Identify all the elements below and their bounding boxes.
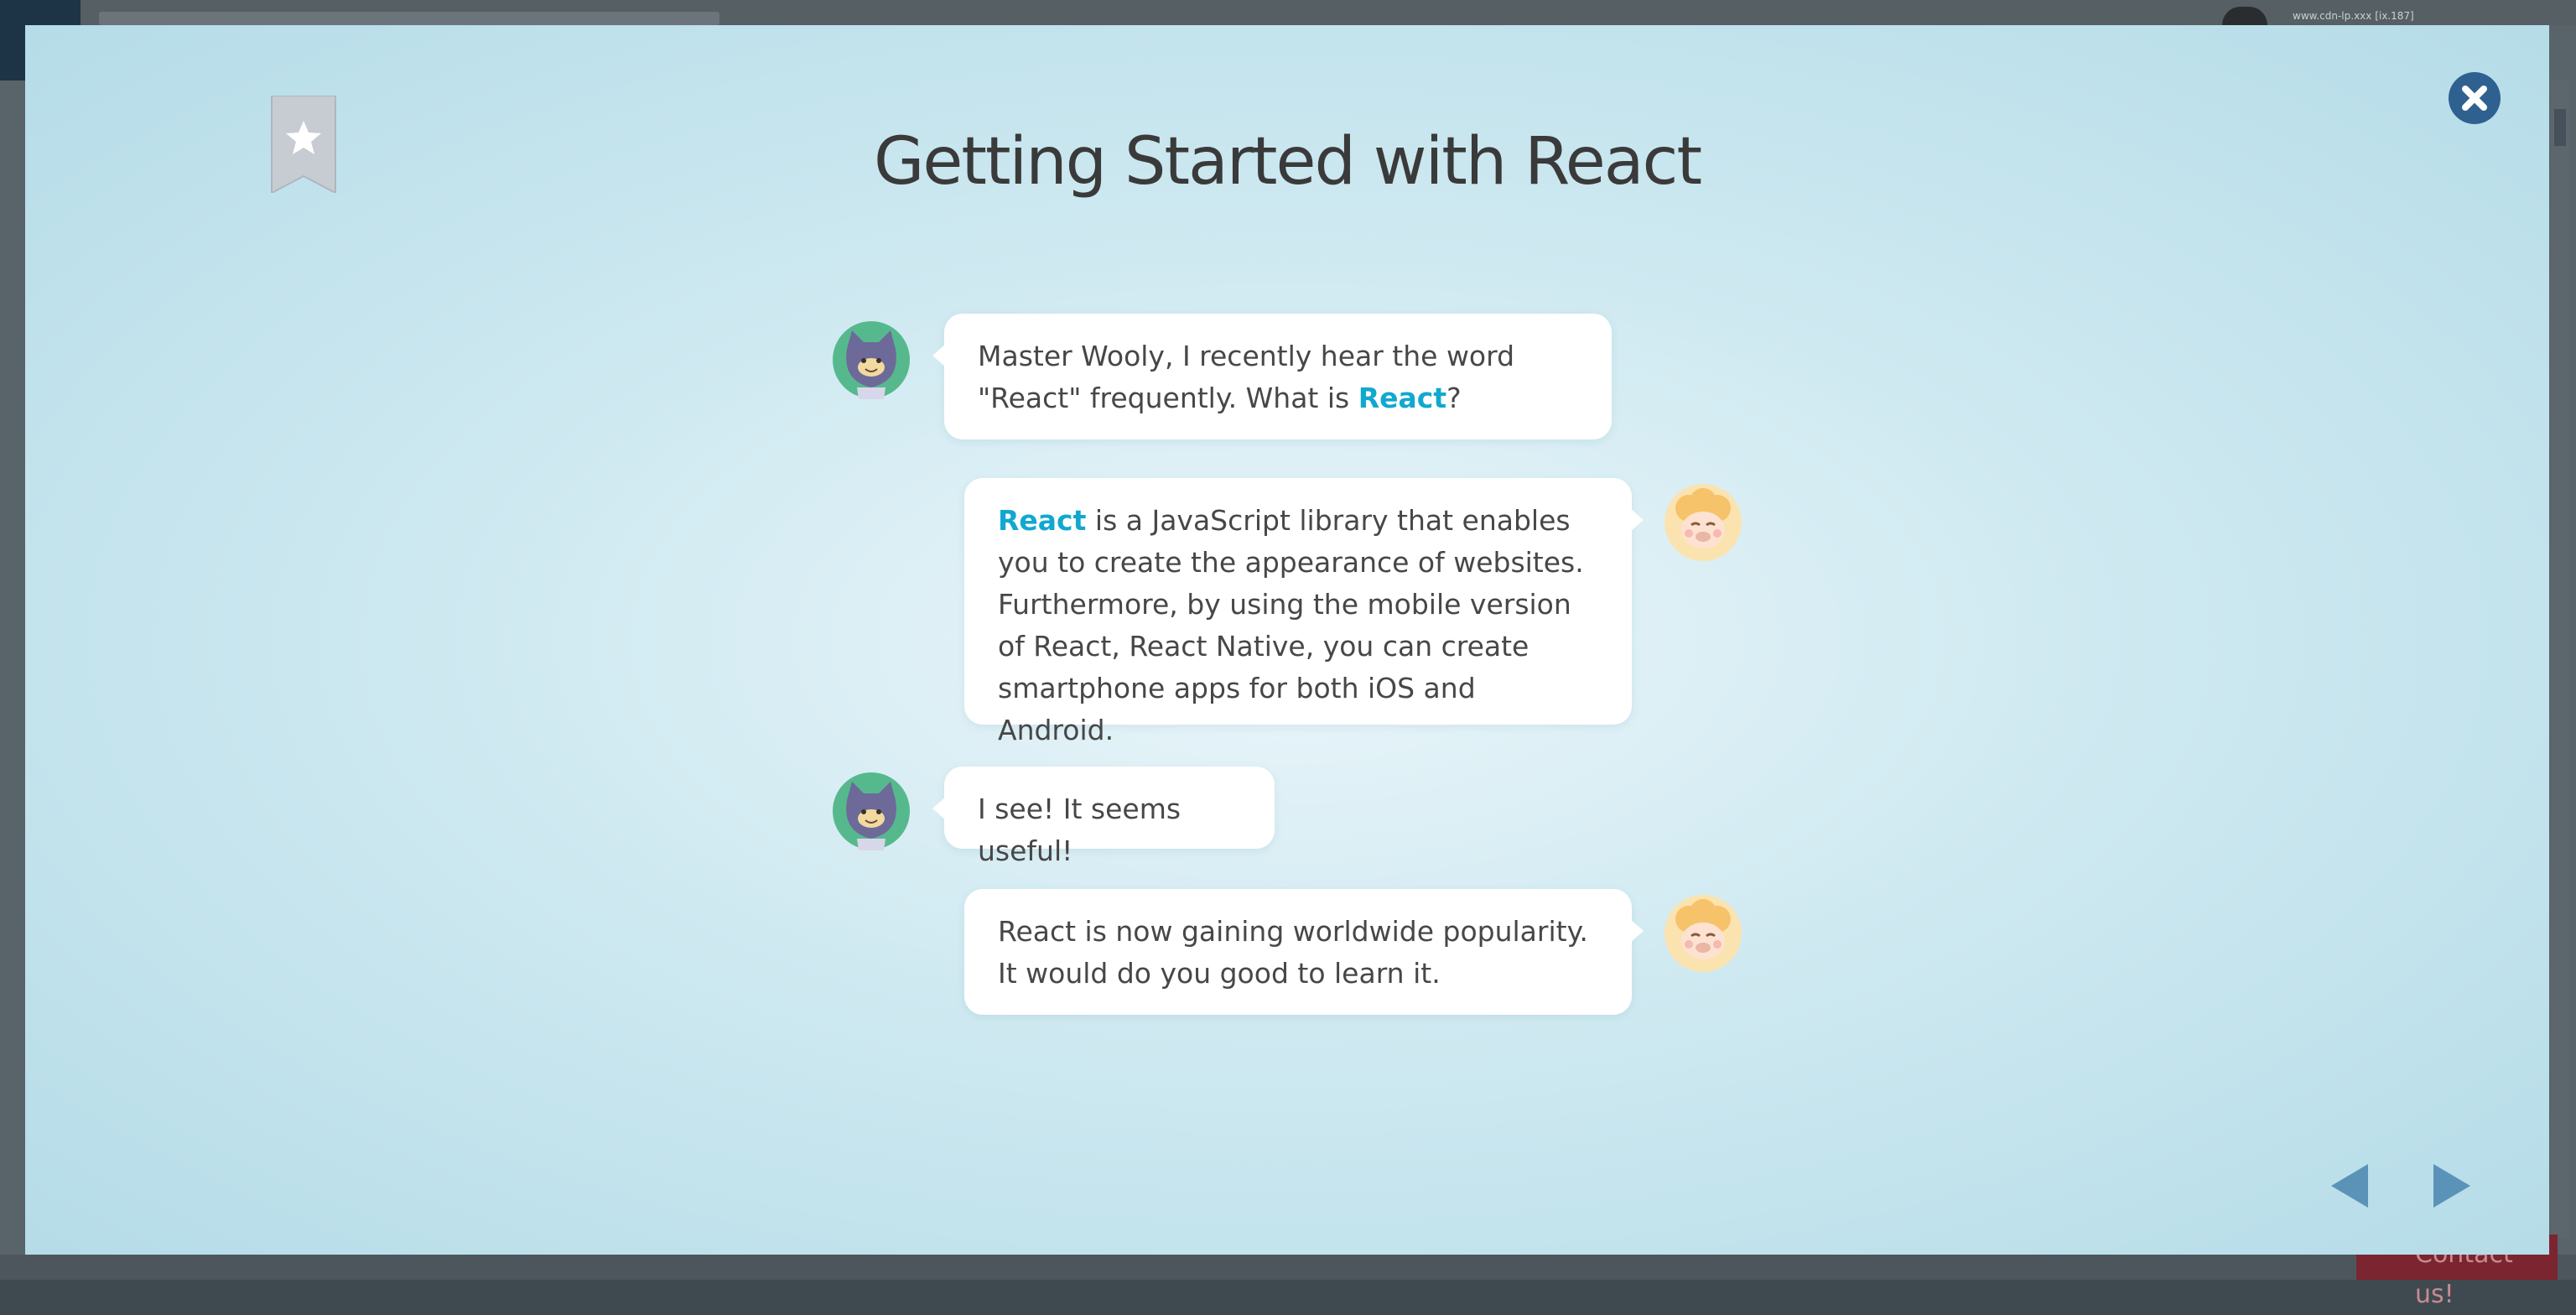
background-url-bar [99,12,719,25]
sheep-avatar [1665,895,1742,972]
background-scrollbar [2551,81,2569,1238]
background-url-text: www.cdn-lp.xxx [ix.187] [2293,10,2414,22]
background-scroll-thumb [2554,109,2566,146]
background-bottom-bar [0,1255,2576,1280]
message-text: React is now gaining worldwide popularit… [998,915,1588,990]
close-button[interactable] [2449,72,2501,124]
prev-arrow-icon[interactable] [2328,1161,2371,1211]
cat-avatar [833,321,910,399]
react-keyword: React [1358,382,1447,414]
sheep-avatar [1665,484,1742,561]
react-keyword: React [998,504,1087,537]
next-arrow-icon[interactable] [2430,1161,2474,1211]
cat-avatar [833,772,910,850]
lesson-modal: Getting Started with React Master Wooly,… [25,25,2549,1255]
message-bubble-2: React is a JavaScript library that enabl… [964,478,1644,746]
close-icon [2462,86,2487,111]
message-bubble-3: I see! It seems useful! [932,767,1275,867]
message-text: is a JavaScript library that enables you… [998,504,1584,746]
page-title: Getting Started with React [873,124,1702,200]
message-bubble-1: Master Wooly, I recently hear the word "… [932,314,1612,439]
message-text: I see! It seems useful! [978,793,1182,867]
message-text: ? [1446,382,1462,414]
message-bubble-4: React is now gaining worldwide popularit… [964,889,1644,1015]
